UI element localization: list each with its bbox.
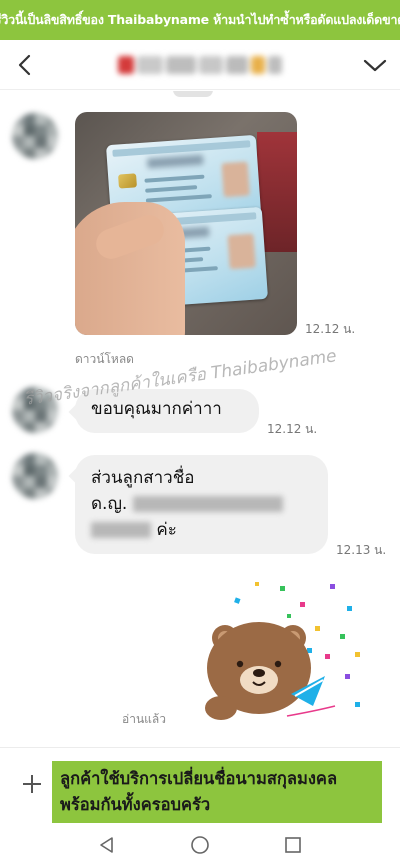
promo-caption: ลูกค้าใช้บริการเปลี่ยนชื่อนามสกุลมงคล พร… xyxy=(52,761,382,823)
nav-home-icon xyxy=(191,836,209,854)
nav-back-icon xyxy=(99,837,113,853)
chevron-down-icon xyxy=(363,59,387,71)
message-time: 12.12 น. xyxy=(305,322,356,336)
message-text-line: ค่ะ xyxy=(91,517,312,543)
back-button[interactable] xyxy=(0,40,50,90)
scroll-indicator xyxy=(173,91,213,97)
read-receipt: อ่านแล้ว xyxy=(122,712,166,726)
menu-dropdown-button[interactable] xyxy=(350,40,400,90)
plus-icon xyxy=(23,775,41,793)
bear xyxy=(205,622,336,720)
nav-home-button[interactable] xyxy=(180,825,220,865)
message-text-line: ส่วนลูกสาวชื่อ xyxy=(91,468,195,488)
message-text: ขอบคุณมากค่าาา xyxy=(91,399,222,419)
nav-back-button[interactable] xyxy=(87,825,127,865)
brown-bear-sticker[interactable] xyxy=(195,576,370,726)
add-attachment-button[interactable] xyxy=(18,770,46,798)
avatar[interactable] xyxy=(12,453,58,499)
avatar[interactable] xyxy=(12,113,58,159)
nav-recents-button[interactable] xyxy=(273,825,313,865)
composer-bar: ลูกค้าใช้บริการเปลี่ยนชื่อนามสกุลมงคล พร… xyxy=(0,747,400,823)
nav-recents-icon xyxy=(285,837,302,853)
chat-title-redacted xyxy=(118,55,282,74)
download-link[interactable]: ดาวน์โหลด xyxy=(75,350,134,369)
system-nav-bar xyxy=(0,823,400,867)
chat-messages[interactable]: 12.12 น. ดาวน์โหลด ขอบคุณมากค่าาา 12.12 … xyxy=(0,91,400,747)
message-text-line: ด.ญ. xyxy=(91,491,312,517)
id-card-photo[interactable] xyxy=(75,112,297,335)
avatar[interactable] xyxy=(12,387,58,433)
message-bubble[interactable]: ส่วนลูกสาวชื่อ ด.ญ. ค่ะ xyxy=(75,455,328,554)
chat-header xyxy=(0,40,400,90)
chevron-left-icon xyxy=(18,54,31,75)
redacted-name xyxy=(91,522,151,538)
copyright-banner: รีวิวนี้เป็นลิขสิทธิ์ของ Thaibabyname ห้… xyxy=(0,0,400,40)
redacted-name xyxy=(132,496,283,512)
message-time: 12.13 น. xyxy=(336,543,387,557)
message-bubble[interactable]: ขอบคุณมากค่าาา xyxy=(75,389,259,433)
message-time: 12.12 น. xyxy=(267,422,318,436)
